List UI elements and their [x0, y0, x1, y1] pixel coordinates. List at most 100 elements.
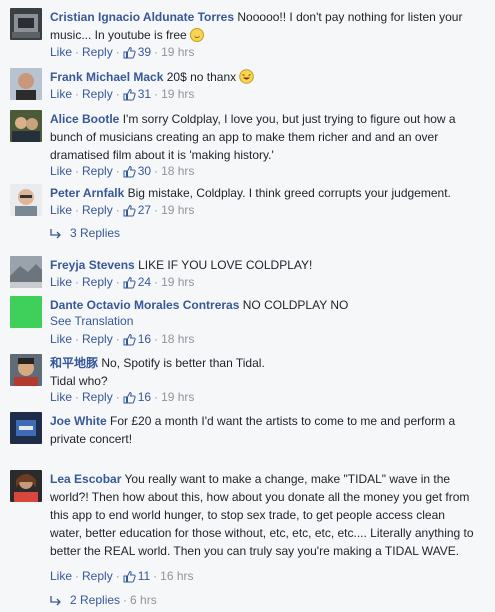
avatar[interactable] — [10, 8, 42, 40]
comment-time[interactable]: 19 hrs — [161, 87, 194, 101]
like-count[interactable]: 31 — [138, 87, 151, 101]
comment-body: Lea Escobar You really want to make a ch… — [50, 470, 480, 560]
comment-actions: Like · Reply · 31 · 19 hrs — [50, 87, 195, 101]
avatar-photo-icon — [10, 8, 42, 40]
comment-author[interactable]: Lea Escobar — [50, 472, 121, 486]
comment-actions: Like · Reply · 24 · 19 hrs — [50, 275, 195, 289]
comment-body: Alice Bootle I'm sorry Coldplay, I love … — [50, 110, 480, 164]
avatar-photo-icon — [10, 68, 42, 100]
comment-time[interactable]: 18 hrs — [161, 164, 194, 178]
reply-link[interactable]: Reply — [82, 87, 113, 101]
comment-body: Joe White For £20 a month I'd want the a… — [50, 412, 480, 448]
comment-body: 和平地豚 No, Spotify is better than Tidal. T… — [50, 354, 480, 390]
comment-time[interactable]: 19 hrs — [161, 45, 194, 59]
comment-actions: Like · Reply · 16 · 18 hrs — [50, 332, 195, 346]
comment-text-line: No, Spotify is better than Tidal. — [101, 356, 265, 370]
reply-link[interactable]: Reply — [82, 332, 113, 346]
reply-time[interactable]: 6 hrs — [130, 593, 157, 607]
avatar[interactable] — [10, 296, 42, 328]
view-replies-link[interactable]: 2 Replies · 6 hrs — [50, 593, 157, 607]
thumbs-up-icon — [123, 88, 136, 101]
comment-body: Frank Michael Mack 20$ no thanx — [50, 68, 480, 86]
thumbs-up-icon — [123, 570, 136, 583]
comment-author[interactable]: Joe White — [50, 414, 107, 428]
avatar-photo-icon — [10, 412, 42, 444]
like-link[interactable]: Like — [50, 569, 72, 583]
comment-text: Big mistake, Coldplay. I think greed cor… — [127, 186, 451, 200]
thumbs-up-icon — [123, 46, 136, 59]
avatar[interactable] — [10, 470, 42, 502]
reply-arrow-icon — [50, 596, 61, 606]
reply-link[interactable]: Reply — [82, 390, 113, 404]
avatar[interactable] — [10, 184, 42, 216]
comment-body: Freyja Stevens LIKE IF YOU LOVE COLDPLAY… — [50, 256, 480, 274]
comment-author[interactable]: 和平地豚 — [50, 356, 98, 370]
like-link[interactable]: Like — [50, 164, 72, 178]
reply-link[interactable]: Reply — [82, 569, 113, 583]
comment-time[interactable]: 16 hrs — [160, 569, 193, 583]
like-count[interactable]: 16 — [138, 332, 151, 346]
like-count[interactable]: 39 — [138, 45, 151, 59]
comment-time[interactable]: 19 hrs — [161, 275, 194, 289]
avatar-photo-icon — [10, 184, 42, 216]
like-link[interactable]: Like — [50, 203, 72, 217]
comment-text: LIKE IF YOU LOVE COLDPLAY! — [138, 258, 313, 272]
like-link[interactable]: Like — [50, 332, 72, 346]
comment-author[interactable]: Alice Bootle — [50, 112, 119, 126]
reply-link[interactable]: Reply — [82, 275, 113, 289]
view-replies-link[interactable]: 3 Replies — [50, 226, 120, 240]
like-count[interactable]: 27 — [138, 203, 151, 217]
thumbs-up-icon — [123, 204, 136, 217]
comment-body: Peter Arnfalk Big mistake, Coldplay. I t… — [50, 184, 480, 202]
comment-author[interactable]: Cristian Ignacio Aldunate Torres — [50, 10, 234, 24]
reply-link[interactable]: Reply — [82, 164, 113, 178]
avatar[interactable] — [10, 354, 42, 386]
comment-actions: Like · Reply · 27 · 19 hrs — [50, 203, 195, 217]
comment-actions: Like · Reply · 30 · 18 hrs — [50, 164, 195, 178]
like-link[interactable]: Like — [50, 87, 72, 101]
avatar[interactable] — [10, 68, 42, 100]
comment-author[interactable]: Freyja Stevens — [50, 258, 135, 272]
comment-actions: Like · Reply · 39 · 19 hrs — [50, 45, 195, 59]
replies-count[interactable]: 2 Replies — [70, 593, 120, 607]
comment-time[interactable]: 19 hrs — [161, 203, 194, 217]
comment-text: For £20 a month I'd want the artists to … — [50, 414, 456, 446]
avatar-photo-icon — [10, 256, 42, 288]
like-link[interactable]: Like — [50, 275, 72, 289]
smiley-emoji-icon — [190, 28, 205, 42]
like-count[interactable]: 24 — [138, 275, 151, 289]
comment-body: Cristian Ignacio Aldunate Torres Nooooo!… — [50, 8, 480, 44]
like-link[interactable]: Like — [50, 45, 72, 59]
avatar[interactable] — [10, 256, 42, 288]
avatar[interactable] — [10, 110, 42, 142]
thumbs-up-icon — [123, 333, 136, 346]
comment-author[interactable]: Frank Michael Mack — [50, 70, 163, 84]
like-count[interactable]: 30 — [138, 164, 151, 178]
thumbs-up-icon — [123, 276, 136, 289]
see-translation-link[interactable]: See Translation — [50, 312, 480, 330]
avatar-photo-icon — [10, 354, 42, 386]
avatar-photo-icon — [10, 110, 42, 142]
thumbs-up-icon — [123, 391, 136, 404]
comment-actions: Like · Reply · 16 · 19 hrs — [50, 390, 195, 404]
comment-author[interactable]: Dante Octavio Morales Contreras — [50, 298, 239, 312]
like-count[interactable]: 16 — [138, 390, 151, 404]
comment-author[interactable]: Peter Arnfalk — [50, 186, 124, 200]
reply-link[interactable]: Reply — [82, 203, 113, 217]
replies-count[interactable]: 3 Replies — [70, 226, 120, 240]
reply-arrow-icon — [50, 229, 61, 239]
comment-text: NO COLDPLAY NO — [242, 298, 349, 312]
comment-time[interactable]: 19 hrs — [161, 390, 194, 404]
comment-time[interactable]: 18 hrs — [161, 332, 194, 346]
like-count[interactable]: 11 — [138, 569, 150, 583]
avatar-photo-icon — [10, 296, 42, 328]
like-link[interactable]: Like — [50, 390, 72, 404]
laughing-emoji-icon — [239, 69, 255, 84]
reply-link[interactable]: Reply — [82, 45, 113, 59]
avatar-photo-icon — [10, 470, 42, 502]
comment-text: 20$ no thanx — [166, 70, 237, 84]
comment-text-line: Tidal who? — [50, 374, 108, 388]
avatar[interactable] — [10, 412, 42, 444]
thumbs-up-icon — [123, 165, 136, 178]
comment-actions: Like · Reply · 11 · 16 hrs — [50, 569, 194, 583]
